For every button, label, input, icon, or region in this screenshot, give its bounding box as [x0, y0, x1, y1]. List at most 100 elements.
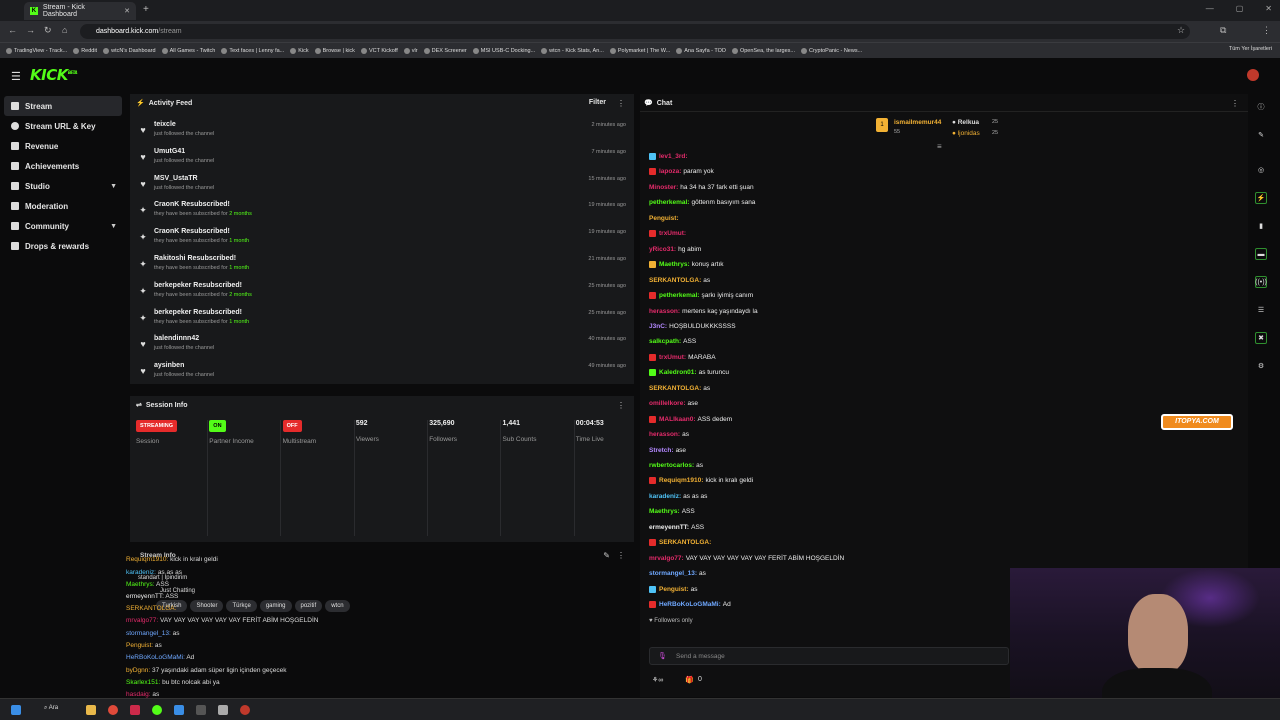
chat-username[interactable]: yRico31:: [649, 246, 676, 253]
chat-username[interactable]: Maethrys:: [659, 261, 690, 268]
chat-username[interactable]: Kaledron01:: [659, 369, 697, 376]
chat-message[interactable]: rwbertocarlos: as: [649, 462, 703, 469]
chat-message[interactable]: Penguist:: [649, 215, 681, 222]
bookmark-item[interactable]: Reddit: [73, 47, 97, 54]
chat-username[interactable]: SERKANTOLGA:: [649, 277, 701, 284]
windows-start-icon[interactable]: [11, 705, 21, 715]
activity-item[interactable]: ✦ berkepeker Resubscribed! they have been …: [138, 279, 626, 306]
reload-icon[interactable]: ↻: [44, 25, 52, 36]
pencil-icon[interactable]: ✎: [1255, 129, 1267, 141]
chat-message[interactable]: yRico31: hg abim: [649, 246, 701, 253]
chat-username[interactable]: stormangel_13:: [649, 570, 697, 577]
activity-name[interactable]: aysinben: [154, 362, 184, 369]
bookmark-item[interactable]: All Games - Twitch: [161, 47, 215, 54]
activity-item[interactable]: ✦ Rakitoshi Resubscribed! they have been s…: [138, 252, 626, 279]
filter-button[interactable]: Filter: [589, 99, 606, 106]
session-menu-icon[interactable]: ⋮: [617, 401, 625, 410]
chat-message[interactable]: Kaledron01: as turuncu: [649, 369, 729, 377]
stream-info-menu-icon[interactable]: ⋮: [617, 551, 625, 560]
chrome-icon[interactable]: [108, 705, 118, 715]
bookmark-item[interactable]: wtcn - Kick Stats, An...: [541, 47, 604, 54]
eye-off-icon[interactable]: ◎: [1255, 164, 1267, 176]
chat-message[interactable]: SERKANTOLGA: as: [649, 385, 710, 392]
user-avatar[interactable]: [1247, 69, 1259, 81]
chat-username[interactable]: petherkemal:: [659, 292, 699, 299]
chat-username[interactable]: ermeyennTT:: [649, 524, 689, 531]
activity-item[interactable]: ♥ UmutG41 just followed the channel 7 minut…: [138, 145, 626, 172]
mic-icon[interactable]: 🎙: [658, 652, 667, 660]
chat-username[interactable]: J3nC:: [649, 323, 667, 330]
chat-message[interactable]: MALIkaan0: ASS dedem: [649, 415, 732, 423]
chat-username[interactable]: Requiqm1910:: [659, 477, 703, 484]
chat-username[interactable]: petherkemal:: [649, 199, 689, 206]
chat-username[interactable]: herasson:: [649, 431, 680, 438]
activity-item[interactable]: ♥ MSV_UstaTR just followed the channel 15 m…: [138, 172, 626, 199]
chat-message[interactable]: Maethrys: ASS: [649, 508, 695, 515]
bookmark-item[interactable]: TradingView - Track...: [6, 47, 67, 54]
sidebar-item-drops-rewards[interactable]: Drops & rewards: [0, 236, 126, 256]
lightning-rail-icon[interactable]: ⚡: [1255, 192, 1267, 204]
chat-message[interactable]: Stretch: ase: [649, 447, 686, 454]
sidebar-item-stream[interactable]: Stream: [4, 96, 122, 116]
stream-tag[interactable]: Türkçe: [226, 600, 257, 612]
bookmark-item[interactable]: Ana Sayfa - TOD: [676, 47, 726, 54]
chat-message[interactable]: herasson: mertens kaç yaşındaydı la: [649, 308, 758, 315]
sidebar-item-achievements[interactable]: Achievements: [0, 156, 126, 176]
bookmark-item[interactable]: DEX Screener: [423, 47, 467, 54]
chat-username[interactable]: lev1_3rd:: [659, 153, 688, 160]
star-icon[interactable]: ☆: [1177, 25, 1185, 36]
gift-icon[interactable]: 🎁: [685, 676, 694, 684]
activity-item[interactable]: ✦ berkepeker Resubscribed! they have been …: [138, 306, 626, 333]
chat-username[interactable]: herasson:: [649, 308, 680, 315]
chat-message[interactable]: trxUmut: MARABA: [649, 353, 716, 361]
chat-username[interactable]: HeRBoKoLoGMaMi:: [659, 601, 721, 608]
chat-username[interactable]: omillelkore:: [649, 400, 685, 407]
sidebar-item-revenue[interactable]: Revenue: [0, 136, 126, 156]
sidebar-item-moderation[interactable]: Moderation: [0, 196, 126, 216]
bookmark-item[interactable]: MSI USB-C Docking...: [472, 47, 535, 54]
stream-tag[interactable]: Shooter: [190, 600, 224, 612]
chat-message[interactable]: HeRBoKoLoGMaMi: Ad: [649, 601, 731, 609]
close-tab-icon[interactable]: ✕: [124, 7, 130, 15]
info-icon[interactable]: ⓘ: [1255, 101, 1267, 113]
settings-icon[interactable]: ⚙: [1255, 360, 1267, 372]
activity-name[interactable]: teixcle: [154, 121, 176, 128]
all-bookmarks[interactable]: Tüm Yer İşaretleri: [1229, 46, 1272, 52]
app-icon[interactable]: [130, 705, 140, 715]
chat-username[interactable]: lapoza:: [659, 168, 681, 175]
chat-menu-icon[interactable]: ⋮: [1231, 99, 1239, 108]
terminal-icon[interactable]: [196, 705, 206, 715]
maximize-icon[interactable]: ▢: [1236, 4, 1244, 13]
chat-message[interactable]: salkcpath: ASS: [649, 338, 696, 345]
chat-message[interactable]: petherkemal: şarkı iyimiş canım: [649, 292, 753, 300]
activity-item[interactable]: ♥ teixcle just followed the channel 2 minut…: [138, 118, 626, 145]
chat-message[interactable]: stormangel_13: as: [649, 570, 706, 577]
home-icon[interactable]: ⌂: [62, 25, 67, 35]
stream-tag[interactable]: wtcn: [325, 600, 350, 612]
tools-icon[interactable]: ✖: [1255, 332, 1267, 344]
chat-message[interactable]: Maethrys: konuş artık: [649, 261, 724, 269]
activity-menu-icon[interactable]: ⋮: [617, 99, 625, 108]
menu-dots-icon[interactable]: ⋮: [1262, 25, 1271, 36]
activity-item[interactable]: ✦ CraonK Resubscribed! they have been subs…: [138, 225, 626, 252]
bookmark-item[interactable]: Polymarket | The W...: [609, 47, 670, 54]
top-gifter-2[interactable]: ● Relkua: [952, 119, 979, 126]
bookmark-item[interactable]: vlr: [403, 47, 418, 54]
bookmark-item[interactable]: Browse | kick: [314, 47, 355, 54]
top-gifter-3[interactable]: ● ljonidas: [952, 130, 980, 137]
chat-input[interactable]: 🎙 Send a message: [649, 647, 1009, 665]
chat-message[interactable]: mrvalgo77: VAY VAY VAY VAY VAY VAY FERİT…: [649, 555, 844, 562]
bookmark-item[interactable]: CryptoPanic - News...: [800, 47, 862, 54]
stream-tag[interactable]: pozitif: [294, 600, 323, 612]
chat-message[interactable]: SERKANTOLGA: as: [649, 277, 710, 284]
activity-name[interactable]: balendinnn42: [154, 335, 199, 342]
activity-name[interactable]: UmutG41: [154, 148, 185, 155]
activity-item[interactable]: ♥ balendinnn42 just followed the channel 40…: [138, 332, 626, 359]
server-icon[interactable]: ☰: [1255, 304, 1267, 316]
chat-message[interactable]: SERKANTOLGA:: [649, 539, 713, 547]
file-explorer-icon[interactable]: [86, 705, 96, 715]
chat-username[interactable]: mrvalgo77:: [649, 555, 684, 562]
chat-message[interactable]: lev1_3rd:: [649, 153, 690, 160]
chat-rail-icon[interactable]: ▬: [1255, 248, 1267, 260]
chat-username[interactable]: MALIkaan0:: [659, 416, 695, 423]
